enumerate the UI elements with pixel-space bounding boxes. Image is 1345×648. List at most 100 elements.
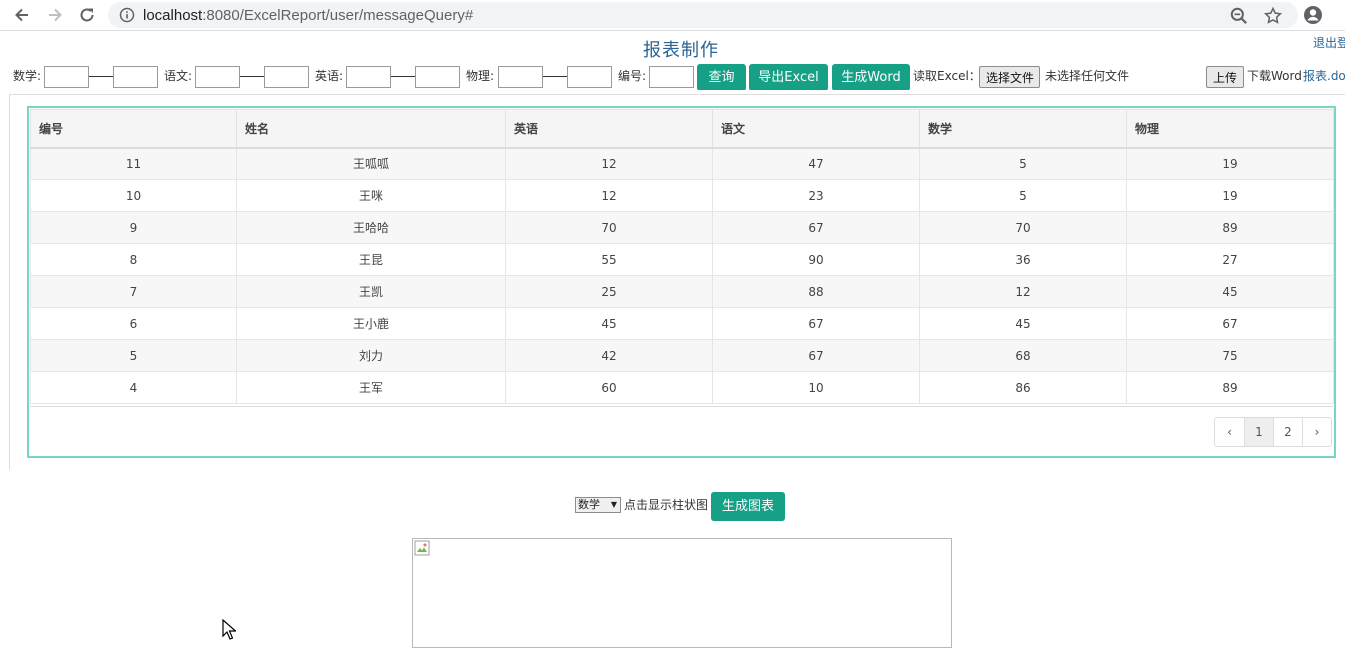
cell-chinese: 67 [712, 339, 920, 372]
english-min-input[interactable] [346, 66, 391, 88]
cell-name: 王呱呱 [236, 147, 506, 180]
subject-select-value: 数学 [578, 498, 600, 511]
table-row[interactable]: 4 王军 60 10 86 89 [30, 371, 1334, 404]
english-range-dash [391, 76, 415, 77]
bookmark-star-icon[interactable] [1263, 6, 1283, 26]
no-file-text: 未选择任何文件 [1045, 69, 1130, 83]
url-text: localhost:8080/ExcelReport/user/messageQ… [143, 7, 473, 24]
table-panel: 编号 姓名 英语 语文 数学 物理 11 王呱呱 12 47 5 19 10 王… [27, 106, 1336, 458]
pagination-next[interactable]: › [1302, 418, 1331, 446]
pagination-page-2[interactable]: 2 [1273, 418, 1302, 446]
cell-english: 42 [505, 339, 713, 372]
cell-math: 86 [919, 371, 1127, 404]
download-word-link[interactable]: 报表.do [1303, 64, 1345, 90]
reload-icon[interactable] [76, 4, 98, 26]
cell-id: 5 [30, 339, 237, 372]
chart-hint-text: 点击显示柱状图 [624, 498, 709, 512]
cell-physics: 19 [1126, 147, 1334, 180]
forward-icon[interactable] [44, 4, 66, 26]
chinese-max-input[interactable] [264, 66, 309, 88]
cell-english: 12 [505, 147, 713, 180]
chinese-range-dash [240, 76, 264, 77]
download-word-label: 下载Word [1247, 69, 1302, 83]
cell-english: 60 [505, 371, 713, 404]
chinese-label: 语文: [164, 69, 193, 83]
page-title: 报表制作 [643, 40, 719, 61]
header-english[interactable]: 英语 [505, 109, 713, 149]
header-id[interactable]: 编号 [30, 109, 237, 149]
english-label: 英语: [315, 69, 344, 83]
header-physics[interactable]: 物理 [1126, 109, 1334, 149]
cell-name: 王咪 [236, 179, 506, 212]
table-row[interactable]: 11 王呱呱 12 47 5 19 [30, 147, 1334, 180]
cell-name: 王小鹿 [236, 307, 506, 340]
table-row[interactable]: 10 王咪 12 23 5 19 [30, 179, 1334, 212]
cell-chinese: 90 [712, 243, 920, 276]
cell-math: 45 [919, 307, 1127, 340]
table-row[interactable]: 9 王哈哈 70 67 70 89 [30, 211, 1334, 244]
logout-link[interactable]: 退出登 [1313, 34, 1345, 51]
chinese-min-input[interactable] [195, 66, 240, 88]
cell-physics: 89 [1126, 211, 1334, 244]
mouse-cursor-icon [222, 619, 236, 640]
profile-icon[interactable] [1303, 5, 1323, 25]
english-max-input[interactable] [415, 66, 460, 88]
physics-max-input[interactable] [567, 66, 612, 88]
chart-image-placeholder [412, 538, 952, 648]
pagination-page-1[interactable]: 1 [1244, 418, 1273, 446]
header-chinese[interactable]: 语文 [712, 109, 920, 149]
id-label: 编号: [618, 69, 647, 83]
cell-physics: 19 [1126, 179, 1334, 212]
upload-button[interactable]: 上传 [1206, 66, 1244, 88]
cell-chinese: 47 [712, 147, 920, 180]
cell-chinese: 67 [712, 211, 920, 244]
math-max-input[interactable] [113, 66, 158, 88]
table-row[interactable]: 7 王凯 25 88 12 45 [30, 275, 1334, 308]
cell-english: 55 [505, 243, 713, 276]
back-icon[interactable] [11, 4, 33, 26]
cell-english: 45 [505, 307, 713, 340]
header-name[interactable]: 姓名 [236, 109, 506, 149]
header-math[interactable]: 数学 [919, 109, 1127, 149]
address-bar[interactable]: localhost:8080/ExcelReport/user/messageQ… [108, 2, 1298, 28]
query-button[interactable]: 查询 [697, 64, 746, 90]
id-input[interactable] [649, 66, 694, 88]
cell-math: 70 [919, 211, 1127, 244]
cell-english: 12 [505, 179, 713, 212]
cell-id: 7 [30, 275, 237, 308]
cell-physics: 45 [1126, 275, 1334, 308]
menu-dots-icon[interactable] [1337, 5, 1345, 25]
cell-name: 刘力 [236, 339, 506, 372]
url-host: localhost [143, 7, 203, 24]
generate-word-button[interactable]: 生成Word [832, 64, 910, 90]
cell-math: 12 [919, 275, 1127, 308]
browser-toolbar: localhost:8080/ExcelReport/user/messageQ… [0, 0, 1345, 31]
generate-chart-button[interactable]: 生成图表 [711, 492, 785, 521]
table-row[interactable]: 5 刘力 42 67 68 75 [30, 339, 1334, 372]
choose-file-button[interactable]: 选择文件 [979, 66, 1040, 88]
cell-chinese: 88 [712, 275, 920, 308]
pagination-prev[interactable]: ‹ [1215, 418, 1244, 446]
cell-chinese: 67 [712, 307, 920, 340]
math-min-input[interactable] [44, 66, 89, 88]
cell-name: 王哈哈 [236, 211, 506, 244]
cell-id: 9 [30, 211, 237, 244]
info-icon[interactable] [119, 7, 135, 23]
url-path: :8080/ExcelReport/user/messageQuery# [202, 7, 474, 24]
math-range-dash [89, 76, 113, 77]
physics-label: 物理: [466, 69, 495, 83]
cell-id: 11 [30, 147, 237, 180]
export-excel-button[interactable]: 导出Excel [749, 64, 828, 90]
physics-min-input[interactable] [498, 66, 543, 88]
cell-chinese: 10 [712, 371, 920, 404]
subject-select[interactable]: 数学 ▼ [575, 497, 621, 513]
cell-name: 王军 [236, 371, 506, 404]
score-table: 编号 姓名 英语 语文 数学 物理 11 王呱呱 12 47 5 19 10 王… [30, 109, 1334, 404]
table-row[interactable]: 6 王小鹿 45 67 45 67 [30, 307, 1334, 340]
table-row[interactable]: 8 王昆 55 90 36 27 [30, 243, 1334, 276]
pagination: ‹ 1 2 › [1214, 417, 1332, 447]
table-header-row: 编号 姓名 英语 语文 数学 物理 [30, 109, 1334, 149]
read-excel-label: 读取Excel： [913, 69, 981, 83]
cell-id: 6 [30, 307, 237, 340]
zoom-icon[interactable] [1229, 6, 1249, 26]
